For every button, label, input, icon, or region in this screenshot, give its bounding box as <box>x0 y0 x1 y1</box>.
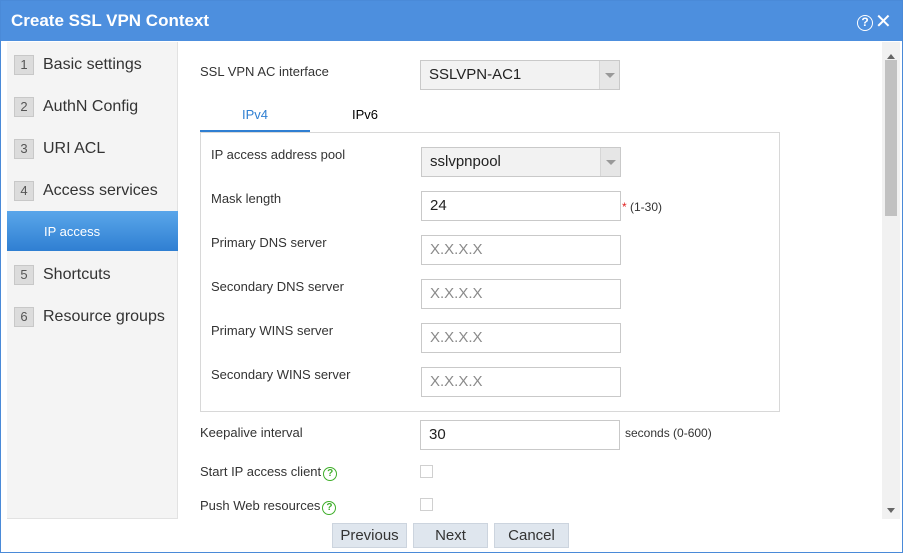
scroll-up-arrow-icon[interactable] <box>887 54 895 59</box>
primary-wins-label: Primary WINS server <box>211 323 334 338</box>
close-icon[interactable]: ✕ <box>875 12 892 32</box>
mask-length-range: (1-30) <box>630 200 663 214</box>
primary-dns-label: Primary DNS server <box>211 235 327 250</box>
step-label: Resource groups <box>43 308 165 325</box>
substep-ip-access[interactable]: IP access <box>7 211 178 251</box>
mask-length-hint: * (1-30) <box>622 200 662 214</box>
step-number-badge: 4 <box>14 181 34 201</box>
wizard-steps-sidebar: 1 Basic settings 2 AuthN Config 3 URI AC… <box>7 42 178 519</box>
ac-interface-label: SSL VPN AC interface <box>200 64 329 79</box>
substep-label: IP access <box>44 224 101 239</box>
primary-wins-input[interactable]: X.X.X.X <box>421 323 621 353</box>
step-resource-groups[interactable]: 6 Resource groups <box>7 296 178 334</box>
ac-interface-value: SSLVPN-AC1 <box>429 66 522 83</box>
form-content: SSL VPN AC interface SSLVPN-AC1 IPv4 IPv… <box>179 42 882 519</box>
create-ssl-vpn-context-dialog: Create SSL VPN Context ? ✕ 1 Basic setti… <box>0 0 903 553</box>
mask-length-input[interactable]: 24 <box>421 191 621 221</box>
help-icon[interactable]: ? <box>323 467 338 481</box>
required-marker: * <box>622 200 627 214</box>
step-authn-config[interactable]: 2 AuthN Config <box>7 86 178 124</box>
start-client-label: Start IP access client? <box>200 464 338 481</box>
primary-dns-input[interactable]: X.X.X.X <box>421 235 621 265</box>
mask-length-label: Mask length <box>211 191 282 206</box>
cancel-button[interactable]: Cancel <box>494 523 569 548</box>
start-client-checkbox[interactable] <box>420 465 433 478</box>
start-client-label-text: Start IP access client <box>200 464 322 479</box>
help-icon[interactable]: ? <box>322 501 337 515</box>
pool-label: IP access address pool <box>211 147 346 162</box>
vertical-scrollbar[interactable] <box>882 42 900 519</box>
step-label: AuthN Config <box>43 98 139 115</box>
ac-interface-select[interactable]: SSLVPN-AC1 <box>420 60 620 90</box>
keepalive-unit: seconds (0-600) <box>625 426 712 440</box>
step-number-badge: 6 <box>14 307 34 327</box>
pool-value: sslvpnpool <box>430 153 501 170</box>
step-label: Basic settings <box>43 56 142 73</box>
step-number-badge: 2 <box>14 97 34 117</box>
step-shortcuts[interactable]: 5 Shortcuts <box>7 254 178 292</box>
secondary-dns-input[interactable]: X.X.X.X <box>421 279 621 309</box>
chevron-down-icon[interactable] <box>599 61 619 89</box>
pool-select[interactable]: sslvpnpool <box>421 147 621 177</box>
step-number-badge: 1 <box>14 55 34 75</box>
step-label: URI ACL <box>43 140 106 157</box>
step-number-badge: 3 <box>14 139 34 159</box>
push-web-checkbox[interactable] <box>420 498 433 511</box>
step-label: Access services <box>43 182 158 199</box>
step-uri-acl[interactable]: 3 URI ACL <box>7 128 178 166</box>
keepalive-label: Keepalive interval <box>200 425 303 440</box>
tab-ipv4[interactable]: IPv4 <box>200 104 310 132</box>
secondary-dns-label: Secondary DNS server <box>211 279 344 294</box>
keepalive-input[interactable]: 30 <box>420 420 620 450</box>
secondary-wins-input[interactable]: X.X.X.X <box>421 367 621 397</box>
secondary-wins-label: Secondary WINS server <box>211 367 351 382</box>
push-web-label-text: Push Web resources <box>200 498 321 513</box>
scroll-down-arrow-icon[interactable] <box>887 508 895 513</box>
scrollbar-thumb[interactable] <box>885 60 897 216</box>
chevron-down-icon[interactable] <box>600 148 620 176</box>
dialog-titlebar: Create SSL VPN Context ? ✕ <box>1 1 902 41</box>
help-icon[interactable]: ? <box>857 15 873 31</box>
step-access-services[interactable]: 4 Access services <box>7 170 178 208</box>
tab-ipv6[interactable]: IPv6 <box>310 104 420 132</box>
step-basic-settings[interactable]: 1 Basic settings <box>7 44 178 82</box>
step-number-badge: 5 <box>14 265 34 285</box>
next-button[interactable]: Next <box>413 523 488 548</box>
previous-button[interactable]: Previous <box>332 523 407 548</box>
step-label: Shortcuts <box>43 266 111 283</box>
push-web-label: Push Web resources? <box>200 498 337 515</box>
dialog-title: Create SSL VPN Context <box>11 11 210 30</box>
